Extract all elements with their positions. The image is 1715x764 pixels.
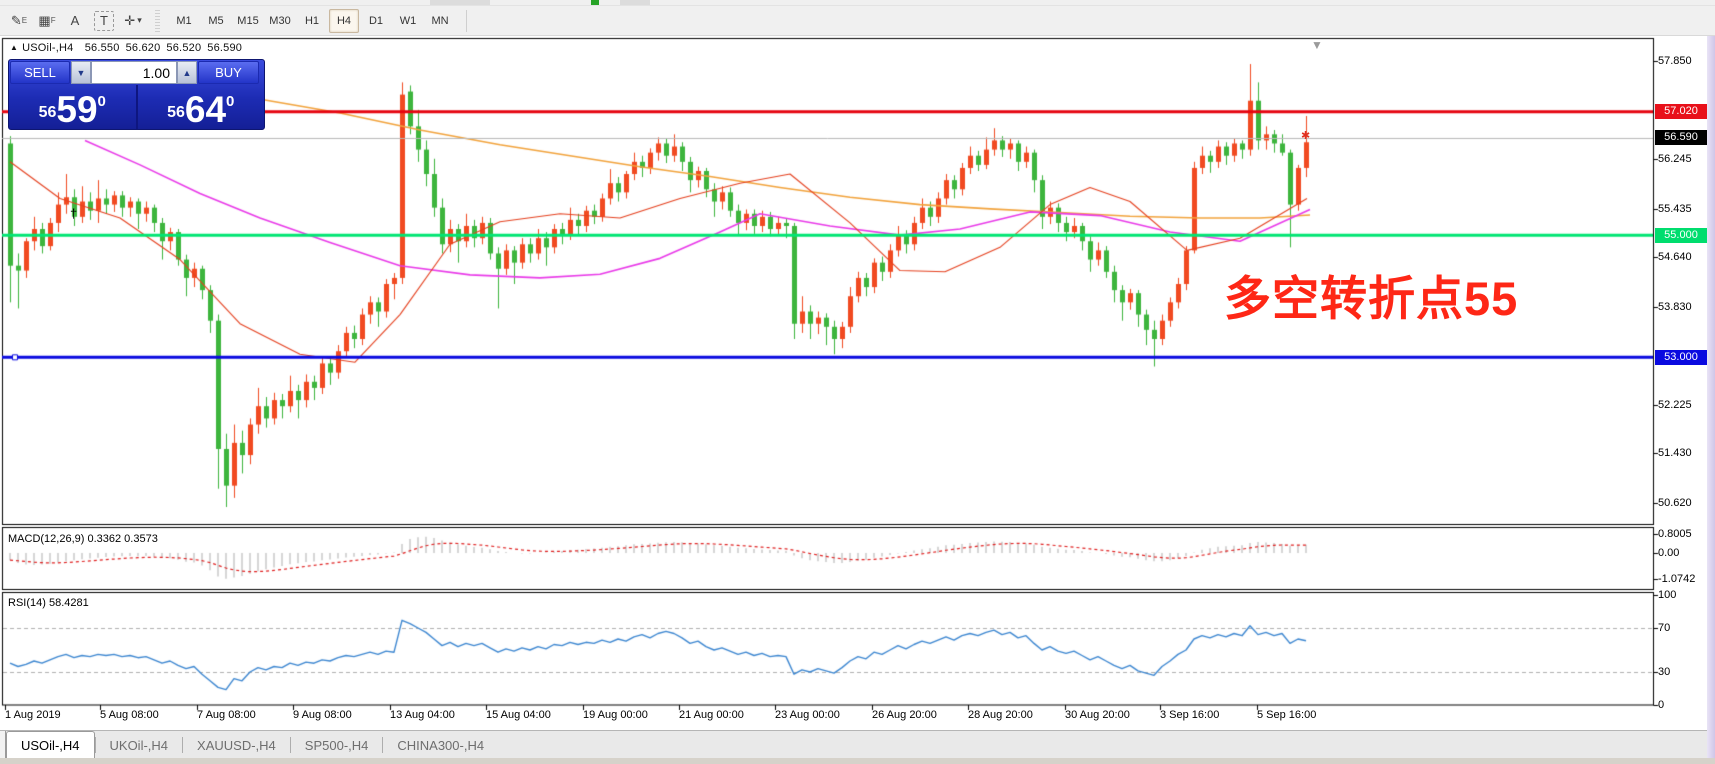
toolbar-fragment xyxy=(430,0,490,5)
macd-axis-tick: -1.0742 xyxy=(1658,573,1710,585)
date-axis-label: 9 Aug 08:00 xyxy=(293,709,352,721)
toolbar-fragment-green xyxy=(591,0,599,5)
timeframe-m30[interactable]: M30 xyxy=(265,9,295,33)
timeframe-m15[interactable]: M15 xyxy=(233,9,263,33)
level-price-label[interactable]: 53.000 xyxy=(1655,350,1707,365)
toolbar-fragment xyxy=(620,0,650,5)
sell-price[interactable]: 56 59 0 xyxy=(9,85,136,129)
tab-china300h4[interactable]: CHINA300-,H4 xyxy=(383,732,498,758)
tab-sp500h4[interactable]: SP500-,H4 xyxy=(291,732,383,758)
timeframe-group: M1M5M15M30H1H4D1W1MN xyxy=(163,9,461,33)
price-axis-tick: 56.245 xyxy=(1658,153,1710,165)
date-axis-label: 23 Aug 00:00 xyxy=(775,709,840,721)
macd-label: MACD(12,26,9) 0.3362 0.3573 xyxy=(8,533,158,545)
date-axis-label: 21 Aug 00:00 xyxy=(679,709,744,721)
timeframe-d1[interactable]: D1 xyxy=(361,9,391,33)
date-axis-label: 1 Aug 2019 xyxy=(5,709,61,721)
level-price-label[interactable]: 55.000 xyxy=(1655,228,1707,243)
date-axis-label: 5 Aug 08:00 xyxy=(100,709,159,721)
date-axis-label: 5 Sep 16:00 xyxy=(1257,709,1316,721)
price-axis-tick: 50.620 xyxy=(1658,497,1710,509)
mt4-window: ✎E ▦F A T ✛▾ M1M5M15M30H1H4D1W1MN ▲ USOil… xyxy=(0,0,1715,764)
one-click-trade-panel: SELL ▼ ▲ BUY 56 59 0 56 64 0 xyxy=(8,59,265,130)
sell-button[interactable]: SELL xyxy=(10,61,70,84)
volume-down-button[interactable]: ▼ xyxy=(71,61,91,84)
macd-axis-tick: 0.00 xyxy=(1658,547,1710,559)
toolbar: ✎E ▦F A T ✛▾ M1M5M15M30H1H4D1W1MN xyxy=(0,6,1715,36)
date-axis-label: 3 Sep 16:00 xyxy=(1160,709,1219,721)
cross-marker: † xyxy=(70,206,77,221)
rsi-label: RSI(14) 58.4281 xyxy=(8,597,89,609)
rsi-axis-tick: 0 xyxy=(1658,699,1710,711)
buy-price[interactable]: 56 64 0 xyxy=(138,85,265,129)
text-box-icon[interactable]: T xyxy=(94,11,114,31)
tab-xauusdh4[interactable]: XAUUSD-,H4 xyxy=(183,732,290,758)
price-axis-tick: 57.850 xyxy=(1658,55,1710,67)
symbol-quote-line: ▲ USOil-,H4 56.550 56.620 56.520 56.590 xyxy=(10,42,248,54)
timeframe-mn[interactable]: MN xyxy=(425,9,455,33)
asterisk-marker: ✱ xyxy=(1301,129,1310,142)
date-axis-label: 30 Aug 20:00 xyxy=(1065,709,1130,721)
level-price-label[interactable]: 57.020 xyxy=(1655,104,1707,119)
timeframe-w1[interactable]: W1 xyxy=(393,9,423,33)
volume-input[interactable] xyxy=(91,61,177,84)
quote-open: 56.550 xyxy=(85,42,120,54)
timeframe-m1[interactable]: M1 xyxy=(169,9,199,33)
price-axis-tick: 51.430 xyxy=(1658,447,1710,459)
date-axis-label: 28 Aug 20:00 xyxy=(968,709,1033,721)
sell-price-small: 56 xyxy=(39,104,57,122)
sell-price-sup: 0 xyxy=(98,93,106,110)
crayon-icon: ✎ xyxy=(11,13,22,29)
date-axis-label: 26 Aug 20:00 xyxy=(872,709,937,721)
timeframe-h1[interactable]: H1 xyxy=(297,9,327,33)
expand-triangle-icon[interactable]: ▲ xyxy=(10,43,18,52)
tab-usoilh4[interactable]: USOil-,H4 xyxy=(6,731,95,758)
buy-price-small: 56 xyxy=(167,104,185,122)
indicators-crayon-icon[interactable]: ✎E xyxy=(6,9,32,33)
date-axis-label: 7 Aug 08:00 xyxy=(197,709,256,721)
window-scrollbar-strip[interactable] xyxy=(1707,36,1715,758)
quote-high: 56.620 xyxy=(126,42,161,54)
letter-t-icon: T xyxy=(100,13,108,28)
price-axis-tick: 55.435 xyxy=(1658,203,1710,215)
price-axis-tick: 54.640 xyxy=(1658,251,1710,263)
date-axis-label: 19 Aug 00:00 xyxy=(583,709,648,721)
rsi-axis-tick: 30 xyxy=(1658,666,1710,678)
timeframe-h4[interactable]: H4 xyxy=(329,9,359,33)
price-axis-tick: 53.830 xyxy=(1658,301,1710,313)
chart-tab-bar: USOil-,H4UKOil-,H4XAUUSD-,H4SP500-,H4CHI… xyxy=(0,730,1715,758)
date-axis-label: 13 Aug 04:00 xyxy=(390,709,455,721)
grid-glyph-icon: ▦ xyxy=(38,13,50,29)
sell-price-big: 59 xyxy=(56,93,97,126)
price-axis-tick: 52.225 xyxy=(1658,399,1710,411)
chart-annotation-text: 多空转折点55 xyxy=(1224,260,1518,329)
macd-axis-tick: 0.8005 xyxy=(1658,528,1710,540)
text-label-icon[interactable]: A xyxy=(62,9,88,33)
window-bottom-strip xyxy=(0,758,1715,764)
cursor-style-icon[interactable]: ✛▾ xyxy=(120,9,146,33)
quote-close: 56.590 xyxy=(207,42,242,54)
crosshair-icon: ✛ xyxy=(124,13,135,29)
buy-price-sup: 0 xyxy=(226,93,234,110)
volume-up-button[interactable]: ▲ xyxy=(177,61,197,84)
buy-price-big: 64 xyxy=(185,93,226,126)
toolbar-separator xyxy=(466,10,467,32)
rsi-axis-tick: 100 xyxy=(1658,589,1710,601)
dropdown-arrow-icon: ▾ xyxy=(137,15,142,26)
timeframe-m5[interactable]: M5 xyxy=(201,9,231,33)
current-price-label: 56.590 xyxy=(1655,130,1707,145)
symbol-name: USOil-,H4 xyxy=(22,42,73,54)
quote-low: 56.520 xyxy=(166,42,201,54)
buy-button[interactable]: BUY xyxy=(198,61,259,84)
letter-a-icon: A xyxy=(71,13,80,28)
scroll-to-end-marker: ▼ xyxy=(1311,38,1323,52)
tab-ukoilh4[interactable]: UKOil-,H4 xyxy=(96,732,183,758)
rsi-axis-tick: 70 xyxy=(1658,622,1710,634)
date-axis-label: 15 Aug 04:00 xyxy=(486,709,551,721)
toolbar-grip[interactable] xyxy=(155,10,160,32)
drawing-tools-group: ✎E ▦F A T ✛▾ xyxy=(0,9,152,33)
grid-icon[interactable]: ▦F xyxy=(34,9,60,33)
